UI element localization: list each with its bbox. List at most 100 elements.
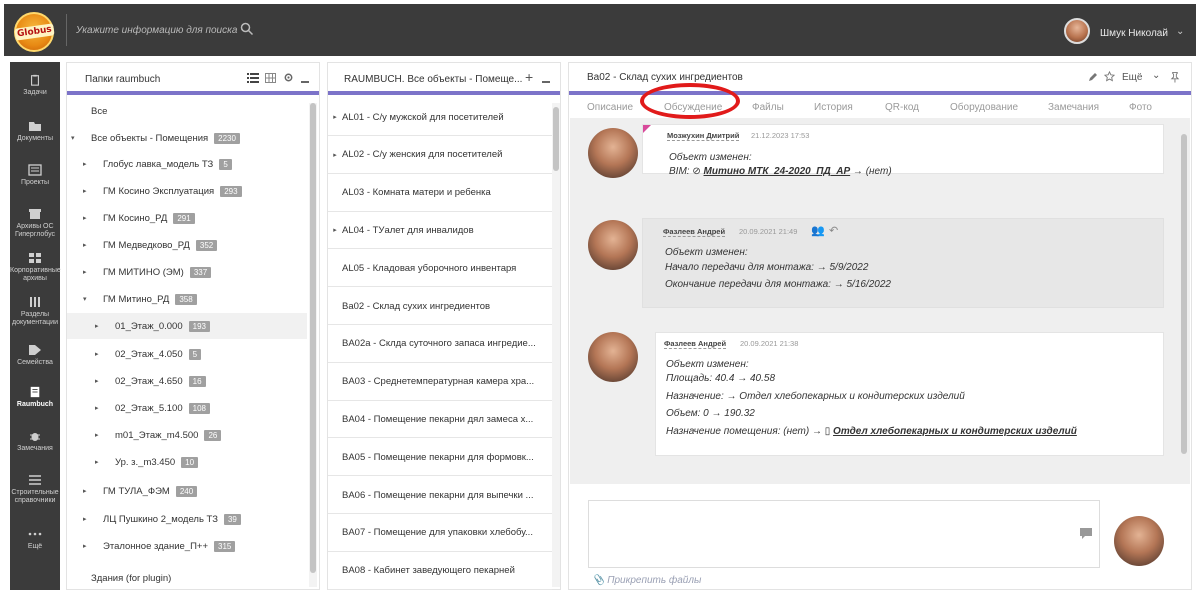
user-name[interactable]: Шмук Николай [1100,28,1168,39]
pin-icon[interactable] [1169,71,1180,83]
list-item[interactable]: ▸ AL02 - С/у женския для посетителей [328,136,552,174]
list-item[interactable]: AL05 - Кладовая уборочного инвентаря [328,250,552,288]
tree-item[interactable]: ▸ Глобус лавка_модель ТЗ 5 [67,151,307,177]
tree-item[interactable]: ▸ Эталонное здание_П++ 315 [67,533,307,559]
list-item[interactable]: BA06 - Помещение пекарни для выпечки ... [328,477,552,514]
nav-item-tasks[interactable]: Задачи [10,74,60,97]
tab-remarks[interactable]: Замечания [1048,102,1099,113]
search-input[interactable]: Укажите информацию для поиска [76,25,237,36]
chevron-right-icon[interactable]: ▸ [83,515,93,523]
table-view-icon[interactable] [265,73,276,83]
feed-scrollbar-thumb[interactable] [1181,134,1187,454]
nav-item-doc-sections[interactable]: Разделы документации [10,296,60,327]
nav-item-references[interactable]: Строительные справочники [10,474,60,505]
comment-send-icon[interactable] [1079,527,1093,539]
chevron-right-icon[interactable]: ▸ [95,458,105,466]
tree-item[interactable]: ▸ 01_Этаж_0.000 193 [67,313,307,339]
avatar[interactable] [588,128,638,178]
chevron-right-icon[interactable]: ▸ [83,268,93,276]
tree-item[interactable]: ▸ 02_Этаж_4.050 5 [67,341,307,367]
tab-description[interactable]: Описание [587,102,633,113]
list-item[interactable]: BA05 - Помещение пекарни для формовк... [328,439,552,477]
tree-item[interactable]: ▸ 02_Этаж_5.100 108 [67,395,307,421]
tree-item[interactable]: ▸ ГМ Косино_РД 291 [67,205,307,231]
tab-equipment[interactable]: Оборудование [950,102,1018,113]
gear-icon[interactable] [283,72,294,83]
chevron-down-icon[interactable]: ▾ [83,295,93,303]
chevron-right-icon[interactable]: ▸ [83,542,93,550]
tree-item[interactable]: Здания (for plugin) [67,565,307,591]
avatar[interactable] [588,332,638,382]
add-icon[interactable]: + [525,69,533,85]
bim-link[interactable]: Митино МТК_24-2020_ПД_АР [704,166,851,177]
avatar[interactable] [588,220,638,270]
chevron-right-icon[interactable]: ▸ [95,377,105,385]
attach-files-link[interactable]: 📎 Прикрепить файлы [592,575,701,586]
nav-item-remarks[interactable]: Замечания [10,430,60,453]
nav-item-documents[interactable]: Документы [10,120,60,143]
minimize-icon[interactable] [301,81,309,83]
comment-author[interactable]: Мозжухин Дмитрий [667,131,740,141]
tree-item[interactable]: ▸ ЛЦ Пушкино 2_модель ТЗ 39 [67,506,307,532]
list-item[interactable]: BA08 - Кабинет заведующего пекарней [328,552,552,590]
group-icon[interactable]: 👥 [811,224,825,237]
nav-item-raumbuch[interactable]: Raumbuch [10,386,60,409]
comment-input[interactable] [588,500,1100,568]
chevron-right-icon[interactable]: ▸ [83,160,93,168]
tree-item[interactable]: ▸ m01_Этаж_m4.500 26 [67,422,307,448]
folders-scrollbar-thumb[interactable] [310,103,316,573]
chevron-right-icon[interactable]: ▸ [83,187,93,195]
chevron-right-icon[interactable]: ▸ [328,113,342,121]
tab-qr-code[interactable]: QR-код [885,102,919,113]
tree-item[interactable]: ▸ ГМ МИТИНО (ЭМ) 337 [67,259,307,285]
list-item[interactable]: Ba02 - Склад сухих ингредиентов [328,288,552,325]
minimize-icon[interactable] [542,81,550,83]
chevron-right-icon[interactable]: ▸ [328,151,342,159]
chevron-right-icon[interactable]: ▸ [95,431,105,439]
nav-item-corporate-archives[interactable]: Корпоративные архивы [10,252,61,283]
list-item[interactable]: ▸ AL04 - ТУалет для инвалидов [328,212,552,250]
chevron-right-icon[interactable]: ▸ [95,404,105,412]
user-menu-chevron-icon[interactable]: ⌄ [1176,26,1184,37]
tree-item[interactable]: ▸ ГМ Косино Эксплуатация 293 [67,178,307,204]
tree-item[interactable]: Все [67,98,307,124]
chevron-down-icon[interactable]: ⌄ [1152,70,1160,81]
tab-photo[interactable]: Фото [1129,102,1152,113]
room-purpose-link[interactable]: Отдел хлебопекарных и кондитерских издел… [833,426,1077,437]
reply-icon[interactable]: ↶ [829,224,838,237]
list-item[interactable]: BA02a - Склда суточного запаса ингредие.… [328,325,552,363]
tree-item[interactable]: ▸ Ур. з._m3.450 10 [67,449,307,475]
nav-item-archives[interactable]: Архивы ОС Гиперглобус [10,208,60,239]
list-item[interactable]: BA07 - Помещение для упаковки хлебобу... [328,514,552,552]
list-view-icon[interactable] [247,73,259,83]
nav-item-families[interactable]: Семейства [10,344,60,367]
list-item[interactable]: BA03 - Среднетемпературная камера хра... [328,363,552,401]
tree-item[interactable]: ▸ 02_Этаж_4.650 16 [67,368,307,394]
chevron-right-icon[interactable]: ▸ [328,226,342,234]
more-menu-button[interactable]: Ещё [1122,72,1142,83]
chevron-down-icon[interactable]: ▾ [71,134,81,142]
search-icon[interactable] [240,22,254,36]
tree-item[interactable]: ▾ Все объекты - Помещения 2230 [67,125,307,151]
globus-logo[interactable]: Globus [13,12,55,52]
comment-author[interactable]: Фазлеев Андрей [663,227,726,237]
star-icon[interactable] [1104,71,1115,82]
chevron-right-icon[interactable]: ▸ [95,350,105,358]
chevron-right-icon[interactable]: ▸ [83,214,93,222]
list-item[interactable]: ▸ AL01 - С/у мужской для посетителей [328,99,552,136]
chevron-right-icon[interactable]: ▸ [95,322,105,330]
user-avatar[interactable] [1064,18,1090,44]
rooms-scrollbar-thumb[interactable] [553,107,559,171]
tab-files[interactable]: Файлы [752,102,784,113]
tab-history[interactable]: История [814,102,853,113]
comment-author[interactable]: Фазлеев Андрей [664,339,727,349]
rooms-scrollbar[interactable] [552,103,560,587]
tree-item[interactable]: ▾ ГМ Митино_РД 358 [67,286,307,312]
nav-item-more[interactable]: Ещё [10,528,60,551]
list-item[interactable]: BA04 - Помещение пекарни дял замеса х... [328,401,552,439]
chevron-right-icon[interactable]: ▸ [83,487,93,495]
list-item[interactable]: AL03 - Комната матери и ребенка [328,174,552,212]
chevron-right-icon[interactable]: ▸ [83,241,93,249]
edit-pencil-icon[interactable] [1088,72,1098,82]
tree-item[interactable]: ▸ ГМ Медведково_РД 352 [67,232,307,258]
